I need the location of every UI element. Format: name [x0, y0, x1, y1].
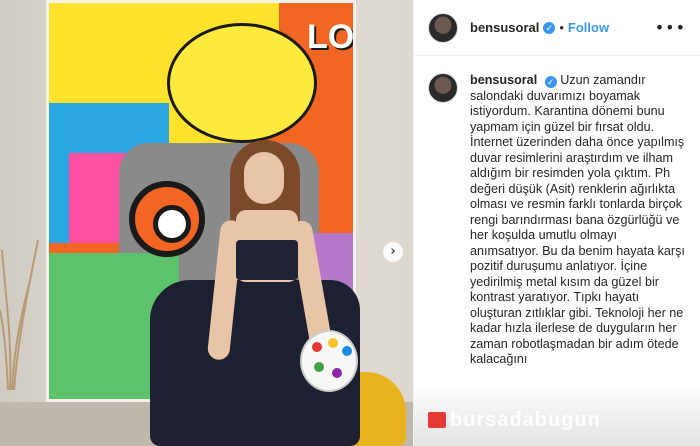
paint-dot-purple	[332, 368, 342, 378]
post-sidebar: bensusoral ✓ • Follow ••• bensusoral ✓ U…	[413, 0, 700, 446]
watermark-logo-icon	[428, 412, 446, 428]
caption-avatar[interactable]	[428, 73, 458, 103]
next-image-button[interactable]: ›	[383, 242, 403, 262]
caption-block: bensusoral ✓ Uzun zamandır salondaki duv…	[414, 56, 700, 368]
caption-username[interactable]: bensusoral	[470, 73, 537, 87]
woman-figure	[150, 140, 370, 446]
verified-badge-icon: ✓	[543, 21, 556, 34]
caption-verified-badge-icon: ✓	[544, 76, 557, 88]
caption-text-container: bensusoral ✓ Uzun zamandır salondaki duv…	[470, 73, 686, 368]
paint-dot-yellow	[328, 338, 338, 348]
crop-top	[236, 240, 298, 280]
watermark-overlay: bursadabugun	[414, 384, 700, 446]
dried-plant-decoration	[0, 239, 39, 390]
follow-button[interactable]: Follow	[568, 20, 609, 35]
paint-dot-blue	[342, 346, 352, 356]
instagram-post: LOVE	[0, 0, 700, 446]
header-username[interactable]: bensusoral	[470, 20, 539, 35]
watermark-text: bursadabugun	[450, 409, 601, 431]
header-separator: •	[559, 20, 564, 35]
paint-dot-green	[314, 362, 324, 372]
painting-cloud-shape	[167, 23, 317, 143]
caption-body: Uzun zamandır salondaki duvarımızı boyam…	[470, 73, 685, 366]
paint-palette	[300, 330, 358, 392]
paint-dot-red	[312, 342, 322, 352]
painting-love-text: LOVE	[307, 18, 355, 56]
profile-avatar[interactable]	[428, 12, 458, 43]
more-options-button[interactable]: •••	[655, 18, 686, 37]
post-photo[interactable]: LOVE	[0, 0, 413, 446]
post-header: bensusoral ✓ • Follow •••	[414, 0, 700, 56]
face	[244, 152, 284, 204]
